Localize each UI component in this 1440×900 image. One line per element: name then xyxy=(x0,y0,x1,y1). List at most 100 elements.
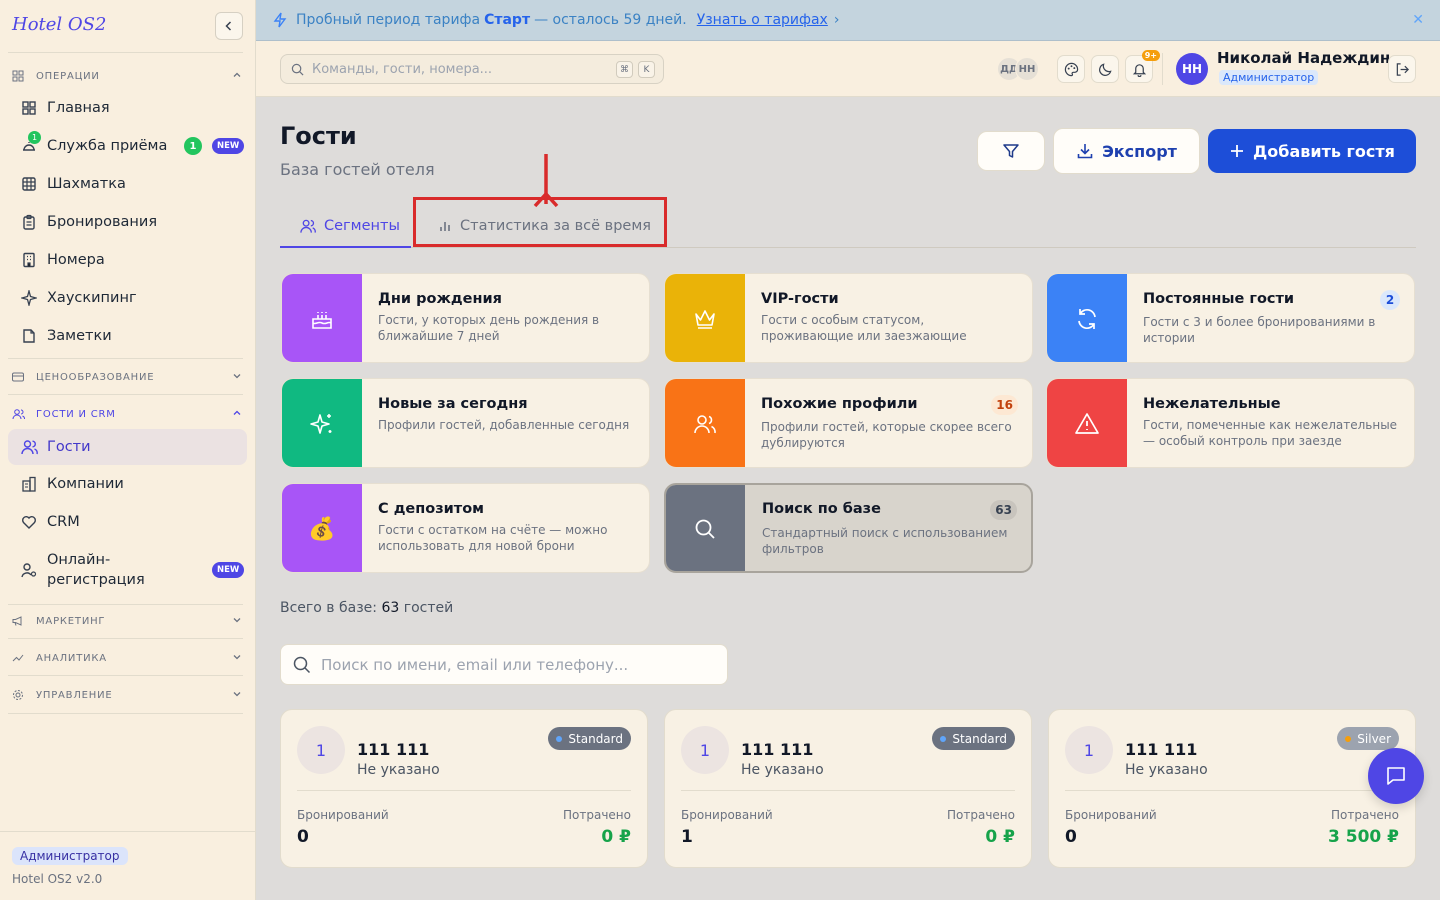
section-guests-crm[interactable]: ГОСТИ И CRM xyxy=(12,404,244,424)
tier-dot-icon xyxy=(940,735,947,742)
sidebar-item-online-registration[interactable]: Онлайн- регистрация NEW xyxy=(8,544,247,596)
segment-card-deposit[interactable]: 💰 С депозитом Гости с остатком на счёте … xyxy=(281,483,650,573)
sparkles-icon xyxy=(282,379,362,467)
table-grid-icon xyxy=(20,175,38,193)
segment-card-undesirable[interactable]: Нежелательные Гости, помеченные как неже… xyxy=(1046,378,1415,468)
sidebar-item-housekeeping[interactable]: Хаускипинг xyxy=(8,280,247,316)
sidebar-item-reception[interactable]: 1 Служба приёма 1 NEW xyxy=(8,128,247,164)
note-icon xyxy=(20,327,38,345)
segment-card-vip[interactable]: VIP-гости Гости с особым статусом, прожи… xyxy=(664,273,1033,363)
section-management[interactable]: УПРАВЛЕНИЕ xyxy=(12,685,244,705)
chevron-left-icon xyxy=(225,21,232,31)
sidebar-item-label: Главная xyxy=(47,100,110,116)
section-pricing[interactable]: ЦЕНООБРАЗОВАНИЕ xyxy=(12,367,244,387)
segment-description: Гости, у которых день рождения в ближайш… xyxy=(378,313,600,343)
guest-card[interactable]: 1 111 111 Не указано Standard Бронирован… xyxy=(664,709,1032,868)
export-button[interactable]: Экспорт xyxy=(1053,128,1200,174)
guest-avatar: 1 xyxy=(681,726,729,774)
sidebar-item-label: Служба приёма xyxy=(47,138,168,154)
segment-title: Нежелательные xyxy=(1143,396,1281,412)
sparkle-icon xyxy=(20,289,38,307)
avatar[interactable]: НН xyxy=(1015,57,1039,81)
annotation-arrow-icon xyxy=(533,154,559,208)
notifications-button[interactable]: 9+ xyxy=(1125,50,1160,83)
guest-avatar: 1 xyxy=(297,726,345,774)
section-marketing[interactable]: МАРКЕТИНГ xyxy=(12,611,244,631)
chat-button[interactable] xyxy=(1368,748,1424,804)
page-subtitle: База гостей отеля xyxy=(280,160,435,179)
user-name[interactable]: Николай Надеждин xyxy=(1217,49,1390,67)
sidebar-item-bookings[interactable]: Бронирования xyxy=(8,204,247,240)
users-icon xyxy=(12,407,26,421)
bookings-label: Бронирований xyxy=(1065,808,1157,822)
section-analytics[interactable]: АНАЛИТИКА xyxy=(12,648,244,668)
lightning-icon xyxy=(273,12,287,28)
segment-card-new-today[interactable]: Новые за сегодня Профили гостей, добавле… xyxy=(281,378,650,468)
collapse-sidebar-button[interactable] xyxy=(215,12,243,40)
segment-card-birthdays[interactable]: Дни рождения Гости, у которых день рожде… xyxy=(281,273,650,363)
section-label: ГОСТИ И CRM xyxy=(36,408,116,420)
divider xyxy=(8,604,243,605)
heart-icon xyxy=(20,513,38,531)
guest-card[interactable]: 1 111 111 Не указано Standard Бронирован… xyxy=(280,709,648,868)
sidebar-item-label: Хаускипинг xyxy=(47,290,137,306)
bell-service-icon: 1 xyxy=(20,131,41,155)
spent-label: Потрачено xyxy=(947,808,1015,822)
guest-search-input[interactable]: Поиск по имени, email или телефону... xyxy=(280,644,728,685)
sidebar-item-notes[interactable]: Заметки xyxy=(8,318,247,354)
logout-icon xyxy=(1396,62,1409,76)
sidebar-item-guests[interactable]: Гости xyxy=(8,429,247,465)
tier-label: Silver xyxy=(1357,731,1391,746)
guest-name: 111 111 xyxy=(1125,740,1198,759)
segment-title: Поиск по базе xyxy=(762,501,881,517)
segment-count-badge: 63 xyxy=(990,500,1017,520)
kbd-k: K xyxy=(638,61,655,78)
dark-mode-button[interactable] xyxy=(1091,55,1119,83)
segment-card-search[interactable]: Поиск по базе Стандартный поиск с исполь… xyxy=(664,483,1033,573)
pricing-link[interactable]: Узнать о тарифах xyxy=(697,12,828,28)
sidebar-item-chess[interactable]: Шахматка xyxy=(8,166,247,202)
dashboard-icon xyxy=(20,99,38,117)
user-avatar[interactable]: НН xyxy=(1176,53,1208,85)
command-search[interactable]: Команды, гости, номера... ⌘ K xyxy=(280,54,664,84)
filter-button[interactable] xyxy=(977,131,1045,171)
sidebar-item-companies[interactable]: Компании xyxy=(8,466,247,502)
search-icon xyxy=(293,656,311,673)
warning-icon xyxy=(1047,379,1127,467)
grid-icon xyxy=(12,69,26,83)
divider xyxy=(8,638,243,639)
page-title: Гости xyxy=(280,122,357,150)
tier-badge: Standard xyxy=(932,727,1015,750)
chevron-down-icon xyxy=(233,374,241,379)
chevron-down-icon xyxy=(233,692,241,697)
segment-title: Похожие профили xyxy=(761,396,918,412)
add-guest-button[interactable]: Добавить гостя xyxy=(1208,129,1416,173)
banner-text: Пробный период тарифа xyxy=(296,12,481,28)
sidebar-item-rooms[interactable]: Номера xyxy=(8,242,247,278)
sidebar-item-crm[interactable]: CRM xyxy=(8,504,247,540)
sidebar-item-home[interactable]: Главная xyxy=(8,90,247,126)
add-guest-label: Добавить гостя xyxy=(1253,141,1395,161)
chat-icon xyxy=(1387,767,1405,785)
medal-icon xyxy=(1345,735,1352,742)
segment-card-similar[interactable]: Похожие профили Профили гостей, которые … xyxy=(664,378,1033,468)
guest-subtitle: Не указано xyxy=(741,762,824,778)
tab-segments[interactable]: Сегменты xyxy=(280,206,411,248)
search-icon xyxy=(666,485,745,571)
logout-button[interactable] xyxy=(1388,55,1416,83)
bookings-label: Бронирований xyxy=(681,808,773,822)
close-icon[interactable]: ✕ xyxy=(1412,12,1424,28)
chevron-up-icon xyxy=(233,72,241,77)
building-icon xyxy=(20,251,38,269)
app-logo[interactable]: Hotel OS2 xyxy=(12,14,106,35)
segment-title: Новые за сегодня xyxy=(378,396,528,412)
new-badge: NEW xyxy=(212,562,245,578)
section-operations[interactable]: ОПЕРАЦИИ xyxy=(12,66,244,86)
theme-palette-button[interactable] xyxy=(1057,55,1085,83)
banner-remaining: — осталось 59 дней. xyxy=(534,12,687,28)
segment-card-regulars[interactable]: Постоянные гости Гости с 3 и более брони… xyxy=(1046,273,1415,363)
divider xyxy=(8,358,243,359)
card-icon xyxy=(12,370,26,384)
guest-card[interactable]: 1 111 111 Не указано Silver Бронирований… xyxy=(1048,709,1416,868)
segment-description: Гости, помеченные как нежелательные — ос… xyxy=(1143,418,1398,448)
